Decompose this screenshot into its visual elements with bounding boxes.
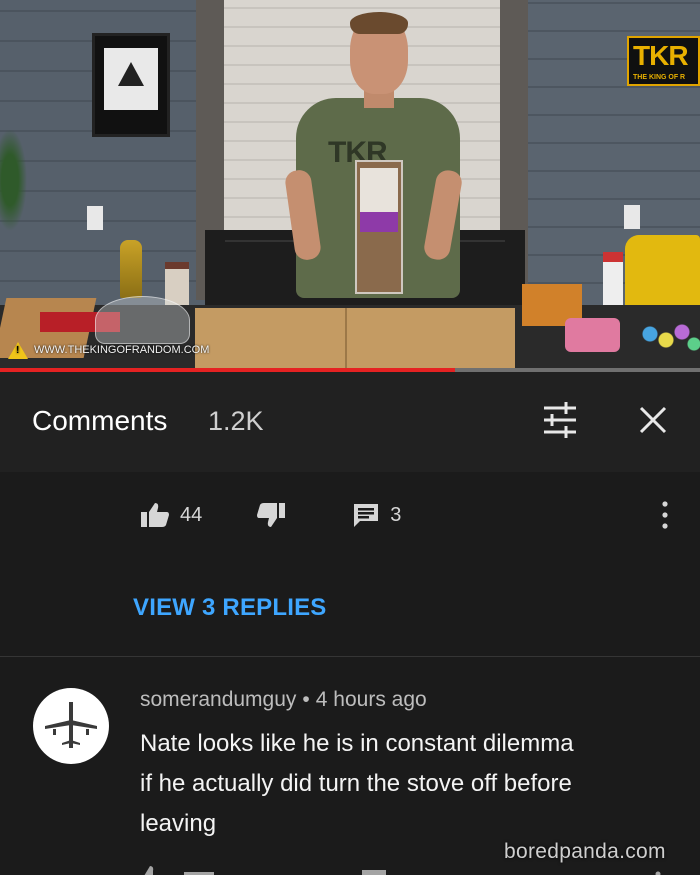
source-credit: boredpanda.com xyxy=(504,840,666,863)
like-button[interactable]: 44 xyxy=(140,502,202,528)
plastic-dome xyxy=(95,296,190,344)
airplane-avatar-icon xyxy=(45,702,97,748)
light-switch xyxy=(87,206,103,230)
brand-sign-subtitle: THE KING OF R xyxy=(633,74,686,81)
avatar[interactable] xyxy=(33,688,109,764)
sort-filter-icon[interactable] xyxy=(540,400,580,440)
reply-count: 3 xyxy=(390,503,402,526)
comment-body: Nate looks like he is in constant dilemm… xyxy=(140,724,660,844)
light-switch xyxy=(624,205,640,229)
comment-line: Nate looks like he is in constant dilemm… xyxy=(140,730,574,757)
comments-header: Comments 1.2K xyxy=(0,372,700,472)
comment-divider xyxy=(0,656,700,657)
like-count: 44 xyxy=(180,503,203,526)
watermark-text: WWW.THEKINGOFRANDOM.COM xyxy=(34,344,210,356)
cardboard-sheet xyxy=(195,308,515,368)
close-icon[interactable] xyxy=(636,403,670,437)
warning-icon xyxy=(8,341,28,359)
dislike-button[interactable] xyxy=(256,502,286,528)
video-watermark: WWW.THEKINGOFRANDOM.COM xyxy=(8,340,209,360)
pink-bag xyxy=(565,318,620,352)
thumbs-up-icon xyxy=(141,503,169,527)
comments-count: 1.2K xyxy=(208,406,264,436)
framed-poster xyxy=(92,33,170,137)
previous-comment-actions: 44 3 xyxy=(140,500,423,530)
plant xyxy=(0,130,30,240)
comment-time: 4 hours ago xyxy=(315,688,427,711)
comments-title: Comments xyxy=(32,405,168,436)
trophy xyxy=(120,240,142,298)
more-vert-icon[interactable] xyxy=(655,498,675,532)
brand-sign-logo: TKR xyxy=(633,40,689,71)
comment-meta: somerandumguy • 4 hours ago xyxy=(140,688,427,712)
toy-balls xyxy=(640,318,700,354)
comment-line: if he actually did turn the stove off be… xyxy=(140,770,572,797)
presenter-hair xyxy=(350,12,408,34)
view-replies-link[interactable]: VIEW 3 REPLIES xyxy=(133,594,327,622)
meta-separator: • xyxy=(302,688,310,711)
cat-scratcher-product xyxy=(355,160,403,294)
comment-author[interactable]: somerandumguy xyxy=(140,688,296,711)
video-player[interactable]: TKR THE KING OF R TKR WWW.THEKINGOFRANDO… xyxy=(0,0,700,368)
reply-button[interactable]: 3 xyxy=(352,501,401,529)
comment-line: leaving xyxy=(140,810,217,837)
thumbs-down-icon xyxy=(257,503,286,527)
brand-sign: TKR THE KING OF R xyxy=(627,36,700,86)
comment-icon xyxy=(354,504,379,527)
